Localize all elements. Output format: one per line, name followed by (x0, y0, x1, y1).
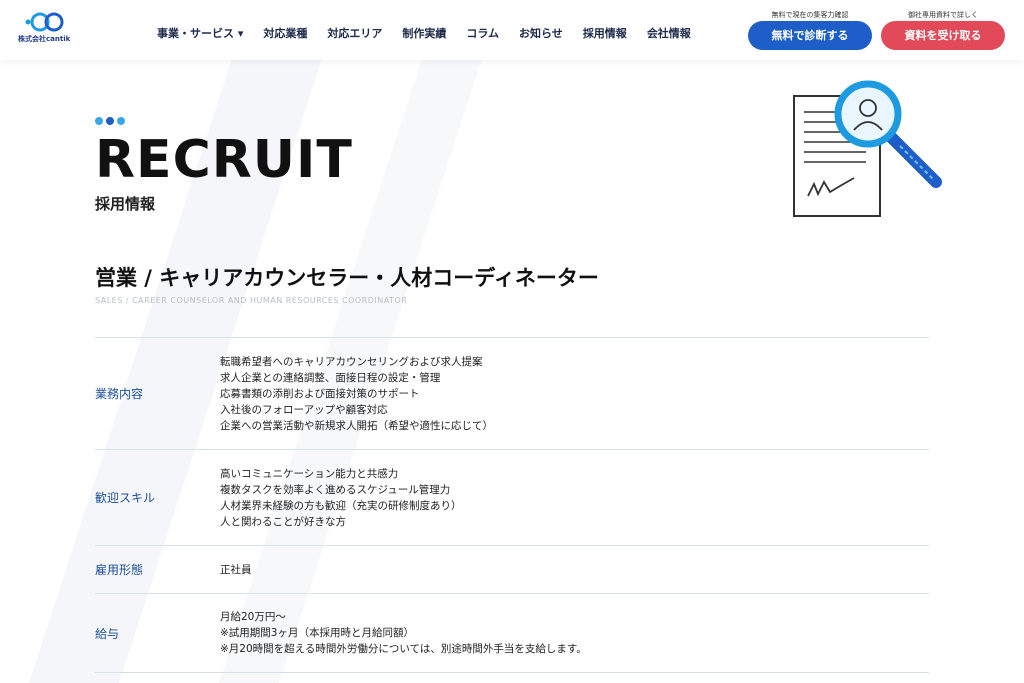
documents-caption: 御社専用資料で詳しく (908, 11, 978, 19)
table-row: 給与 月給20万円～ ※試用期間3ヶ月（本採用時と月給同額） ※月20時間を超え… (95, 593, 929, 673)
row-content: 正社員 (220, 562, 252, 578)
job-details-table: 業務内容 転職希望者へのキャリアカウンセリングおよび求人提案 求人企業との連絡調… (95, 337, 929, 673)
table-row: 業務内容 転職希望者へのキャリアカウンセリングおよび求人提案 求人企業との連絡調… (95, 337, 929, 449)
page-title: RECRUIT (95, 130, 353, 190)
row-line: 転職希望者へのキャリアカウンセリングおよび求人提案 (220, 355, 483, 368)
row-line: 企業への営業活動や新規求人開拓（希望や適性に応じて） (220, 419, 493, 432)
dot (106, 117, 114, 125)
page-subtitle: 採用情報 (95, 195, 156, 213)
row-label: 給与 (95, 626, 120, 641)
row-label: 業務内容 (95, 387, 144, 401)
logo-text: 株式会社cantik (18, 35, 71, 43)
job-subtitle: SALES / CAREER COUNSELOR AND HUMAN RESOU… (95, 296, 408, 305)
dot (95, 117, 103, 125)
row-line: 正社員 (220, 563, 252, 576)
row-line: 高いコミュニケーション能力と共感力 (220, 467, 399, 480)
documents-button[interactable]: 資料を受け取る (881, 21, 1005, 50)
nav-item-industries[interactable]: 対応業種 (263, 25, 307, 41)
row-line: ※試用期間3ヶ月（本採用時と月給同額） (220, 627, 414, 639)
row-content: 高いコミュニケーション能力と共感力 複数タスクを効率よく進めるスケジュール管理力… (220, 466, 462, 530)
row-line: 人と関わることが好きな方 (220, 515, 346, 528)
site-header: 株式会社cantik 事業・サービス ▾ 対応業種 対応エリア 制作実績 コラム… (0, 0, 1024, 60)
logo-mark-icon (25, 12, 64, 32)
diagnosis-caption: 無料で現在の集客力確認 (771, 11, 849, 19)
row-line: ※月20時間を超える時間外労働分については、別途時間外手当を支給します。 (220, 643, 587, 655)
nav-item-column[interactable]: コラム (466, 25, 499, 41)
table-row: 雇用形態 正社員 (95, 545, 929, 593)
nav-item-works[interactable]: 制作実績 (402, 25, 446, 41)
row-content: 転職希望者へのキャリアカウンセリングおよび求人提案 求人企業との連絡調整、面接日… (220, 354, 493, 434)
title-dots (95, 117, 353, 125)
main-nav: 事業・サービス ▾ 対応業種 対応エリア 制作実績 コラム お知らせ 採用情報 … (157, 25, 691, 41)
nav-item-recruit[interactable]: 採用情報 (583, 25, 627, 41)
row-line: 人材業界未経験の方も歓迎（充実の研修制度あり） (220, 499, 462, 512)
row-line: 応募書類の添削および面接対策のサポート (220, 387, 420, 400)
row-label: 雇用形態 (95, 563, 144, 577)
logo[interactable]: 株式会社cantik (18, 8, 74, 44)
document-magnifier-icon (788, 78, 948, 227)
row-line: 入社後のフォローアップや顧客対応 (220, 403, 388, 416)
table-row: 歓迎スキル 高いコミュニケーション能力と共感力 複数タスクを効率よく進めるスケジ… (95, 449, 929, 545)
row-line: 月給20万円～ (220, 611, 286, 623)
nav-item-services[interactable]: 事業・サービス ▾ (157, 25, 243, 41)
job-title: 営業 / キャリアカウンセラー・人材コーディネーター (95, 266, 599, 290)
row-line: 求人企業との連絡調整、面接日程の設定・管理 (220, 371, 441, 384)
diagnosis-button[interactable]: 無料で診断する (748, 21, 872, 50)
dot (117, 117, 125, 125)
row-label: 歓迎スキル (95, 491, 156, 505)
row-line: 複数タスクを効率よく進めるスケジュール管理力 (220, 483, 451, 496)
row-content: 月給20万円～ ※試用期間3ヶ月（本採用時と月給同額） ※月20時間を超える時間… (220, 609, 587, 657)
nav-item-company[interactable]: 会社情報 (647, 25, 691, 41)
nav-item-areas[interactable]: 対応エリア (327, 25, 382, 41)
nav-item-news[interactable]: お知らせ (519, 25, 563, 41)
documents-cta: 御社専用資料で詳しく 資料を受け取る (881, 10, 1005, 50)
diagnosis-cta: 無料で現在の集客力確認 無料で診断する (748, 10, 872, 50)
hero: RECRUIT 採用情報 (95, 117, 353, 214)
